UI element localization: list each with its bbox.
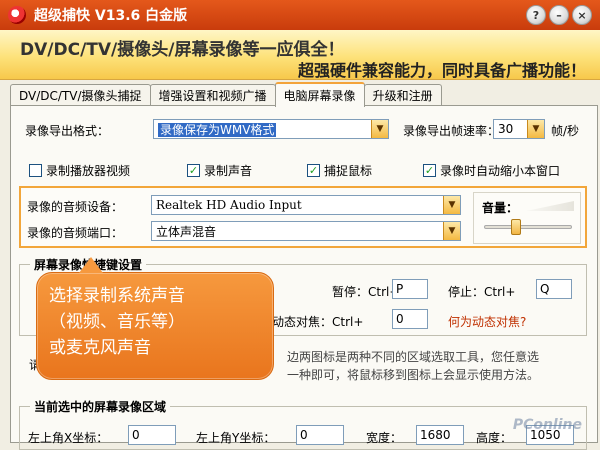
fps-unit: 帧/秒 (551, 124, 580, 138)
callout-line-3: 或麦克风声音 (49, 338, 151, 358)
left-y-label: 左上角Y坐标： (196, 431, 276, 445)
help-button[interactable]: ? (526, 5, 546, 25)
stop-hotkey-label: 停止：Ctrl+ (448, 285, 516, 299)
width-label: 宽度： (366, 431, 403, 445)
volume-label: 音量： (482, 201, 519, 215)
callout-line-1: 选择录制系统声音 (49, 286, 185, 306)
dynamic-focus-help-link[interactable]: 何为动态对焦? (448, 313, 526, 330)
stop-hotkey-input[interactable]: Q (536, 279, 572, 299)
region-title: 当前选中的屏幕录像区域 (30, 398, 171, 415)
window-title: 超级捕快 V13.6 白金版 (34, 8, 188, 24)
height-label: 高度： (476, 431, 513, 445)
left-x-input[interactable]: 0 (128, 425, 176, 445)
option-capture-mouse[interactable]: ✓ 捕捉鼠标 (307, 162, 372, 179)
pause-hotkey-input[interactable]: P (392, 279, 428, 299)
audio-settings-box: 录像的音频设备： Realtek HD Audio Input ▼ 录像的音频端… (19, 186, 587, 248)
checkmark-icon: ✓ (423, 164, 436, 177)
hint-line-2: 一种即可，将鼠标移到图标上会显示使用方法。 (287, 368, 540, 382)
volume-slider-thumb[interactable] (511, 219, 522, 235)
chevron-down-icon: ▼ (443, 196, 460, 214)
option-label: 捕捉鼠标 (324, 164, 373, 178)
chevron-down-icon: ▼ (527, 120, 544, 138)
tab-bar: DV/DC/TV/摄像头捕捉 增强设置和视频广播 电脑屏幕录像 升级和注册 (10, 82, 442, 107)
audio-device-label: 录像的音频设备： (27, 200, 124, 214)
volume-box: 音量： (473, 192, 581, 244)
option-record-sound[interactable]: ✓ 录制声音 (187, 162, 252, 179)
audio-port-label: 录像的音频端口： (27, 226, 124, 240)
left-y-input[interactable]: 0 (296, 425, 344, 445)
tab-screen-record[interactable]: 电脑屏幕录像 (274, 82, 365, 107)
option-record-player[interactable]: 录制播放器视频 (29, 162, 130, 179)
tab-enhanced-broadcast[interactable]: 增强设置和视频广播 (149, 84, 276, 106)
dynamic-focus-label: 动态对焦：Ctrl+ (272, 315, 364, 329)
callout-line-2: （视频、音乐等） (49, 312, 185, 332)
audio-device-value: Realtek HD Audio Input (156, 198, 302, 212)
fps-label: 录像导出帧速率： (403, 124, 500, 138)
option-label: 录制播放器视频 (46, 164, 131, 178)
chevron-down-icon: ▼ (443, 222, 460, 240)
chevron-down-icon: ▼ (371, 120, 388, 138)
close-button[interactable]: × (572, 5, 592, 25)
pause-hotkey-label: 暂停：Ctrl+ (332, 285, 400, 299)
site-watermark: PConline (512, 417, 582, 433)
checkmark-icon: ✓ (307, 164, 320, 177)
annotation-callout: 选择录制系统声音 （视频、音乐等） 或麦克风声音 (36, 257, 274, 380)
volume-slider-track[interactable] (484, 225, 572, 229)
fps-value: 30 (498, 122, 514, 136)
option-auto-minimize[interactable]: ✓ 录像时自动缩小本窗口 (423, 162, 560, 179)
format-select[interactable]: 录像保存为WMV格式 ▼ (153, 119, 389, 139)
option-label: 录像时自动缩小本窗口 (440, 164, 561, 178)
audio-port-select[interactable]: 立体声混音 ▼ (151, 221, 461, 241)
hint-line-1: 边两图标是两种不同的区域选取工具，您任意选 (287, 350, 540, 364)
dynamic-focus-input[interactable]: 0 (392, 309, 428, 329)
format-value: 录像保存为WMV格式 (158, 122, 277, 137)
banner-headline: DV/DC/TV/摄像头/屏幕录像等一应俱全！ (20, 40, 345, 60)
tab-upgrade-register[interactable]: 升级和注册 (363, 84, 442, 106)
tab-dv-capture[interactable]: DV/DC/TV/摄像头捕捉 (10, 84, 151, 106)
title-bar: 超级捕快 V13.6 白金版 ? – × (0, 0, 600, 30)
minimize-button[interactable]: – (549, 5, 569, 25)
app-logo-icon (8, 6, 26, 24)
promo-banner: DV/DC/TV/摄像头/屏幕录像等一应俱全！ 超强硬件兼容能力，同时具备广播功… (0, 30, 600, 80)
audio-port-value: 立体声混音 (156, 224, 217, 239)
record-region-box: 当前选中的屏幕录像区域 左上角X坐标： 0 左上角Y坐标： 0 宽度： 1680… (19, 398, 587, 450)
option-label: 录制声音 (204, 164, 253, 178)
checkbox-unchecked-icon (29, 164, 42, 177)
banner-subline: 超强硬件兼容能力，同时具备广播功能！ (297, 61, 586, 80)
audio-device-select[interactable]: Realtek HD Audio Input ▼ (151, 195, 461, 215)
window-controls: ? – × (526, 5, 592, 25)
format-label: 录像导出格式： (25, 124, 110, 138)
left-x-label: 左上角X坐标： (28, 431, 109, 445)
width-input[interactable]: 1680 (416, 425, 464, 445)
checkmark-icon: ✓ (187, 164, 200, 177)
volume-level-icon (526, 201, 574, 211)
fps-select[interactable]: 30 ▼ (493, 119, 545, 139)
